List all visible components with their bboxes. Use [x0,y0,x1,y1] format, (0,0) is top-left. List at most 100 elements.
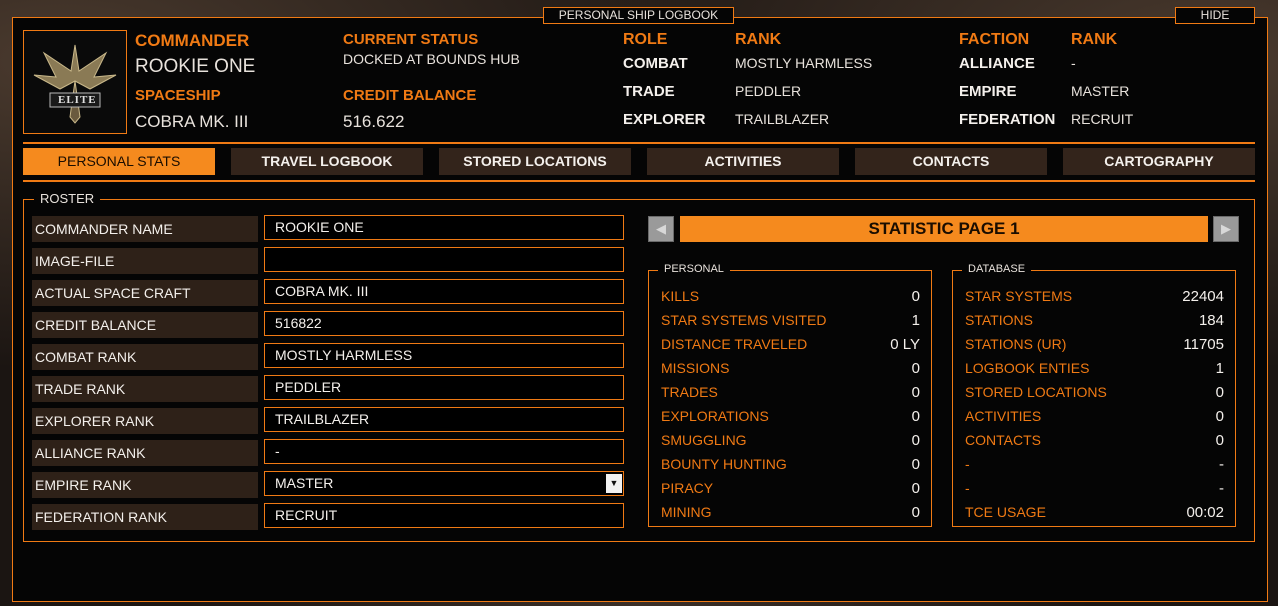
stat-label-missions: MISSIONS [661,360,730,376]
stat-label-smuggling: SMUGGLING [661,432,747,448]
stat-value-explorations: 0 [911,408,920,425]
faction-empire-rank: MASTER [1071,83,1130,99]
roster-label-federation-rank: FEDERATION RANK [32,504,258,530]
stat-value-piracy: 0 [911,480,920,497]
credit-balance-label: CREDIT BALANCE [343,87,477,104]
faction-alliance: ALLIANCE [959,55,1035,72]
faction-federation: FEDERATION [959,111,1056,128]
stat-label-piracy: PIRACY [661,480,714,496]
tab-contacts[interactable]: CONTACTS [855,148,1047,175]
db-label-empty-2: - [965,480,970,496]
stat-value-kills: 0 [911,288,920,305]
stat-value-missions: 0 [911,360,920,377]
db-value-empty-1: - [1219,456,1224,473]
stat-label-distance-traveled: DISTANCE TRAVELED [661,336,808,352]
prev-page-button[interactable]: ◀ [648,216,674,242]
role-rank-header: RANK [735,31,782,48]
faction-empire: EMPIRE [959,83,1017,100]
stat-value-trades: 0 [911,384,920,401]
roster-label-explorer-rank: EXPLORER RANK [32,408,258,434]
commander-name: ROOKIE ONE [135,56,256,77]
faction-alliance-rank: - [1071,55,1076,71]
alliance-rank-field[interactable]: - [264,439,624,464]
space-craft-field[interactable]: COBRA MK. III [264,279,624,304]
combat-rank-field[interactable]: MOSTLY HARMLESS [264,343,624,368]
stat-label-bounty-hunting: BOUNTY HUNTING [661,456,787,472]
db-label-stored-locations: STORED LOCATIONS [965,384,1107,400]
tabs-divider-bottom [23,180,1255,182]
tab-personal-stats[interactable]: PERSONAL STATS [23,148,215,175]
status-value: DOCKED AT BOUNDS HUB [343,51,520,67]
faction-header: FACTION [959,31,1030,48]
empire-rank-select[interactable]: MASTER ▼ [264,471,624,496]
chevron-down-icon[interactable]: ▼ [606,474,622,493]
roster-legend: ROSTER [34,191,101,206]
stat-label-explorations: EXPLORATIONS [661,408,769,424]
spaceship-label: SPACESHIP [135,87,221,104]
tab-stored-locations[interactable]: STORED LOCATIONS [439,148,631,175]
role-explorer: EXPLORER [623,111,706,128]
roster-label-image-file: IMAGE-FILE [32,248,258,274]
statistic-page-title: STATISTIC PAGE 1 [680,216,1208,242]
tab-activities[interactable]: ACTIVITIES [647,148,839,175]
db-value-star-systems: 22404 [1182,288,1224,305]
faction-rank-header: RANK [1071,31,1118,48]
db-value-activities: 0 [1215,408,1224,425]
db-value-contacts: 0 [1215,432,1224,449]
image-file-field[interactable] [264,247,624,272]
personal-legend: PERSONAL [658,263,730,275]
credit-balance-value: 516.622 [343,112,405,131]
roster-label-commander-name: COMMANDER NAME [32,216,258,242]
roster-label-credit-balance: CREDIT BALANCE [32,312,258,338]
logo-text: ELITE [58,94,97,106]
stat-label-kills: KILLS [661,288,700,304]
empire-rank-selected: MASTER [275,475,334,491]
db-label-stations: STATIONS [965,312,1033,328]
commander-name-field[interactable]: ROOKIE ONE [264,215,624,240]
role-combat-rank: MOSTLY HARMLESS [735,55,873,71]
elite-logo-icon [33,44,117,124]
tabs-divider-top [23,142,1255,144]
database-legend: DATABASE [962,263,1032,275]
hide-button[interactable]: HIDE [1175,7,1255,24]
db-label-star-systems: STAR SYSTEMS [965,288,1073,304]
db-value-stored-locations: 0 [1215,384,1224,401]
stat-value-smuggling: 0 [911,432,920,449]
role-trade-rank: PEDDLER [735,83,802,99]
next-page-button[interactable]: ▶ [1213,216,1239,242]
db-value-tce-usage: 00:02 [1186,504,1224,521]
tab-cartography[interactable]: CARTOGRAPHY [1063,148,1255,175]
role-header: ROLE [623,31,668,48]
stat-value-star-systems-visited: 1 [911,312,920,329]
role-explorer-rank: TRAILBLAZER [735,111,830,127]
roster-label-alliance-rank: ALLIANCE RANK [32,440,258,466]
stat-label-mining: MINING [661,504,712,520]
stat-value-bounty-hunting: 0 [911,456,920,473]
trade-rank-field[interactable]: PEDDLER [264,375,624,400]
db-label-logbook-entries: LOGBOOK ENTIES [965,360,1090,376]
db-label-tce-usage: TCE USAGE [965,504,1046,520]
db-label-contacts: CONTACTS [965,432,1041,448]
faction-federation-rank: RECRUIT [1071,111,1134,127]
elite-logo: ELITE [23,30,127,134]
spaceship-name: COBRA MK. III [135,112,249,131]
federation-rank-field[interactable]: RECRUIT [264,503,624,528]
stat-label-trades: TRADES [661,384,718,400]
status-label: CURRENT STATUS [343,31,479,48]
tab-travel-logbook[interactable]: TRAVEL LOGBOOK [231,148,423,175]
roster-label-trade-rank: TRADE RANK [32,376,258,402]
arrow-left-icon: ◀ [656,221,666,236]
stat-value-distance-traveled: 0 LY [890,336,920,353]
arrow-right-icon: ▶ [1221,221,1231,236]
db-label-empty-1: - [965,456,970,472]
db-value-empty-2: - [1219,480,1224,497]
db-value-logbook-entries: 1 [1215,360,1224,377]
db-value-stations-ur: 11705 [1183,336,1224,353]
db-value-stations: 184 [1198,312,1224,329]
roster-label-space-craft: ACTUAL SPACE CRAFT [32,280,258,306]
db-label-activities: ACTIVITIES [965,408,1042,424]
roster-label-empire-rank: EMPIRE RANK [32,472,258,498]
credit-balance-field[interactable]: 516822 [264,311,624,336]
db-label-stations-ur: STATIONS (UR) [965,336,1067,352]
explorer-rank-field[interactable]: TRAILBLAZER [264,407,624,432]
